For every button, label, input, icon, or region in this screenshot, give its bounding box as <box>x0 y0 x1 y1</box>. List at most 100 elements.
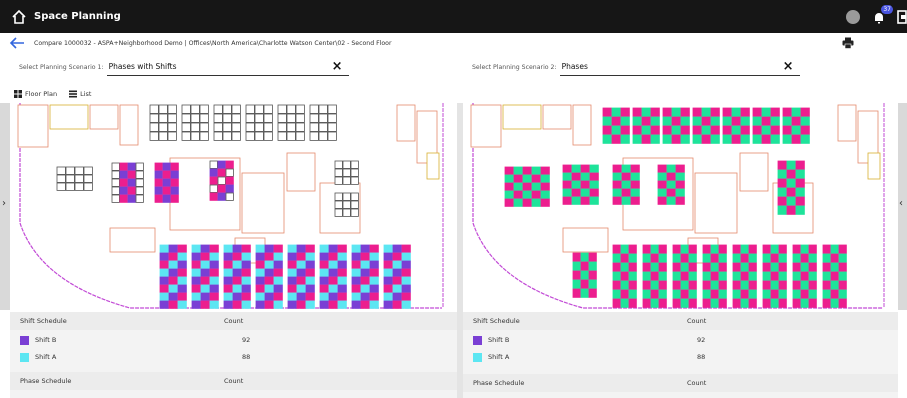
exit-icon[interactable] <box>897 9 907 24</box>
desk <box>621 188 631 197</box>
desk <box>522 182 532 191</box>
desk <box>731 107 741 117</box>
floor-plan-scenario-1[interactable] <box>10 103 457 310</box>
desk <box>657 180 667 189</box>
shift-b-label: Shift B <box>35 336 57 344</box>
desk <box>305 292 315 301</box>
desk <box>255 276 265 285</box>
desk <box>170 186 179 195</box>
floor-plan-scenario-2[interactable] <box>463 103 898 310</box>
desk <box>83 166 93 175</box>
desk <box>621 172 631 181</box>
desk <box>111 162 120 171</box>
desk <box>718 271 727 281</box>
desk <box>209 292 219 301</box>
desk <box>830 262 839 272</box>
desk <box>628 271 637 281</box>
desk <box>287 260 297 269</box>
desk <box>650 253 659 263</box>
desk <box>702 280 711 290</box>
desk <box>692 107 702 117</box>
tab-list[interactable]: List <box>69 90 91 98</box>
desk <box>209 284 219 293</box>
desk <box>672 244 681 254</box>
desk <box>177 300 187 309</box>
desk <box>580 172 590 181</box>
desk <box>830 298 839 308</box>
clear-scenario-1-icon[interactable]: × <box>332 59 343 74</box>
room <box>109 227 156 253</box>
desk <box>296 300 306 309</box>
desk <box>254 122 264 132</box>
left-panel-toggle[interactable]: › <box>0 103 10 310</box>
desk <box>688 289 697 299</box>
desk <box>199 122 209 132</box>
desk <box>254 104 264 114</box>
desk <box>111 186 120 195</box>
desk <box>800 271 809 281</box>
home-icon[interactable] <box>11 9 27 25</box>
scenario-1-input[interactable]: Phases with Shifts × <box>106 58 349 76</box>
desk <box>168 300 178 309</box>
desk <box>522 190 532 199</box>
desk <box>770 262 779 272</box>
phase-count-column-header-2: Count <box>687 379 707 387</box>
desk <box>612 253 621 263</box>
tab-floor-plan[interactable]: Floor Plan <box>14 90 57 98</box>
desk <box>170 178 179 187</box>
desk <box>383 268 393 277</box>
desk <box>770 289 779 299</box>
print-icon[interactable] <box>842 37 854 49</box>
desk <box>200 268 210 277</box>
desk <box>305 260 315 269</box>
desk <box>296 268 306 277</box>
desk <box>782 107 792 117</box>
desk <box>245 131 255 141</box>
desk <box>342 208 351 217</box>
desk <box>710 107 720 117</box>
desk <box>791 125 801 135</box>
right-panel-toggle[interactable]: ‹ <box>898 103 907 310</box>
room <box>542 104 572 130</box>
desk <box>589 172 599 181</box>
desk <box>791 107 801 117</box>
desk <box>360 284 370 293</box>
desk <box>800 298 809 308</box>
desk <box>190 131 200 141</box>
notifications-button[interactable]: 37 <box>872 4 893 24</box>
desk <box>401 276 411 285</box>
desk <box>732 280 741 290</box>
desk <box>154 194 163 203</box>
desk <box>369 244 379 253</box>
desk <box>611 107 621 117</box>
desk <box>830 271 839 281</box>
desk <box>305 300 315 309</box>
desk <box>401 252 411 261</box>
desk <box>127 194 136 203</box>
desk <box>159 276 169 285</box>
desk <box>710 244 719 254</box>
desk <box>309 104 319 114</box>
desk <box>838 262 847 272</box>
shift-a-label-2: Shift A <box>488 353 510 361</box>
scenario-2-input[interactable]: Phases × <box>559 58 800 76</box>
desk <box>318 104 328 114</box>
avatar[interactable] <box>846 9 860 24</box>
desk <box>383 292 393 301</box>
desk <box>273 244 283 253</box>
room <box>396 104 416 142</box>
desk <box>342 168 351 177</box>
desk <box>722 125 732 135</box>
desk <box>369 300 379 309</box>
stats-panel-scenario-1: Shift Schedule Count Shift B 92 Shift A … <box>10 312 457 398</box>
desk <box>662 125 672 135</box>
desk <box>287 252 297 261</box>
back-arrow-icon[interactable] <box>9 37 25 49</box>
desk <box>680 280 689 290</box>
app-title: Space Planning <box>34 11 121 22</box>
desk <box>263 122 273 132</box>
desk <box>777 178 787 188</box>
desk <box>342 160 351 169</box>
clear-scenario-2-icon[interactable]: × <box>783 59 794 74</box>
desk <box>675 188 685 197</box>
